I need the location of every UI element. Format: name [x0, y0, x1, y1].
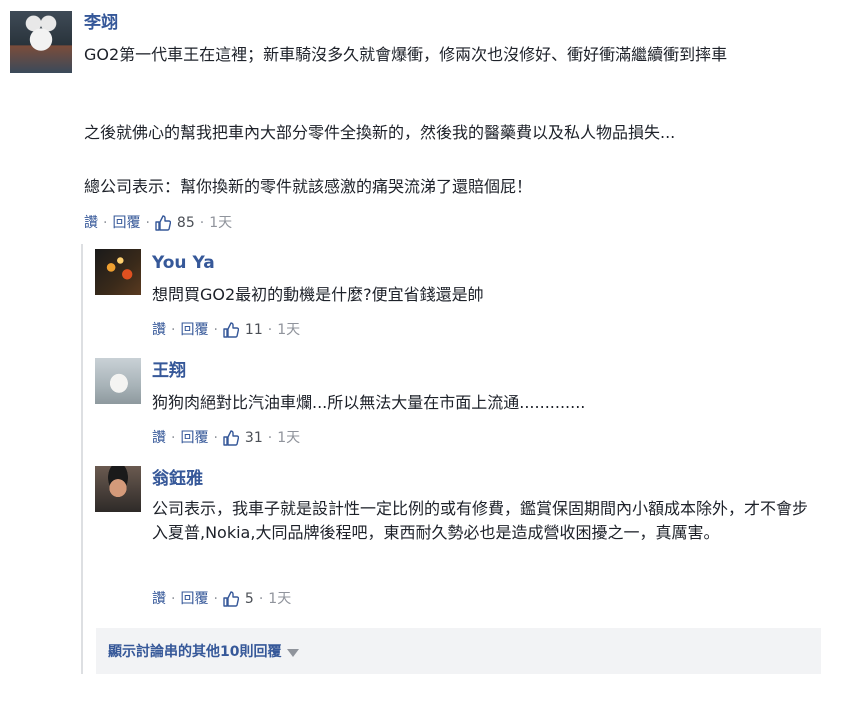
separator-dot: · — [213, 430, 218, 446]
separator-dot: · — [103, 215, 108, 231]
like-button[interactable]: 讚 — [152, 429, 166, 447]
reply-text: 狗狗肉絕對比汽油車爛...所以無法大量在市面上流通............. — [152, 393, 586, 412]
separator-dot: · — [145, 215, 150, 231]
like-count[interactable]: 31 — [245, 429, 263, 447]
more-replies-bar[interactable]: 顯示討論串的其他10則回覆 — [96, 628, 821, 674]
avatar[interactable] — [95, 249, 141, 295]
reply-text: 想問買GO2最初的動機是什麼?便宜省錢還是帥 — [152, 285, 484, 304]
reply-actions: 讚 · 回覆 · 11 · 1天 — [152, 321, 300, 339]
reply-timestamp[interactable]: 1天 — [277, 321, 300, 339]
reply-author[interactable]: 翁鈺雅 — [152, 469, 203, 489]
separator-dot: · — [213, 591, 218, 607]
reply-author[interactable]: You Ya — [152, 253, 215, 273]
like-count[interactable]: 11 — [245, 321, 263, 339]
comment-text-paragraph: 之後就佛心的幫我把車內大部分零件全換新的，然後我的醫藥費以及私人物品損失... — [84, 123, 676, 142]
separator-dot: · — [199, 215, 205, 231]
reply-actions: 讚 · 回覆 · 5 · 1天 — [152, 590, 291, 608]
reply-button[interactable]: 回覆 — [180, 429, 208, 447]
reply-text: 公司表示，我車子就是設計性一定比例的或有修費，鑑賞保固期間內小額成本除外，才不會… — [152, 499, 809, 542]
reply-thread-line — [81, 244, 83, 674]
separator-dot: · — [267, 430, 273, 446]
reply-button[interactable]: 回覆 — [180, 321, 208, 339]
reply-button[interactable]: 回覆 — [112, 214, 140, 232]
comment-actions: 讚 · 回覆 · 85 · 1天 — [84, 214, 232, 232]
avatar[interactable] — [95, 466, 141, 512]
thumbs-up-icon[interactable] — [155, 215, 171, 231]
comment-author[interactable]: 李翊 — [84, 13, 118, 33]
reply-timestamp[interactable]: 1天 — [268, 590, 291, 608]
more-replies-link[interactable]: 顯示討論串的其他10則回覆 — [108, 641, 281, 661]
reply-timestamp[interactable]: 1天 — [277, 429, 300, 447]
like-count[interactable]: 5 — [245, 590, 254, 608]
reply-author[interactable]: 王翔 — [152, 361, 186, 381]
comment-text-paragraph: 總公司表示：幫你換新的零件就該感激的痛哭流涕了還賠個屁！ — [84, 177, 533, 196]
like-count[interactable]: 85 — [177, 214, 195, 232]
comment-text-paragraph: GO2第一代車王在這裡；新車騎沒多久就會爆衝，修兩次也沒修好、衝好衝滿繼續衝到摔… — [84, 45, 728, 64]
comment-timestamp[interactable]: 1天 — [209, 214, 232, 232]
separator-dot: · — [171, 591, 176, 607]
thumbs-up-icon[interactable] — [223, 322, 239, 338]
reply-actions: 讚 · 回覆 · 31 · 1天 — [152, 429, 300, 447]
like-button[interactable]: 讚 — [84, 214, 98, 232]
separator-dot: · — [267, 322, 273, 338]
separator-dot: · — [213, 322, 218, 338]
separator-dot: · — [171, 322, 176, 338]
separator-dot: · — [171, 430, 176, 446]
avatar[interactable] — [95, 358, 141, 404]
like-button[interactable]: 讚 — [152, 321, 166, 339]
caret-down-icon[interactable] — [287, 642, 300, 661]
reply-button[interactable]: 回覆 — [180, 590, 208, 608]
avatar[interactable] — [10, 11, 72, 73]
like-button[interactable]: 讚 — [152, 590, 166, 608]
separator-dot: · — [258, 591, 264, 607]
thumbs-up-icon[interactable] — [223, 591, 239, 607]
thumbs-up-icon[interactable] — [223, 430, 239, 446]
